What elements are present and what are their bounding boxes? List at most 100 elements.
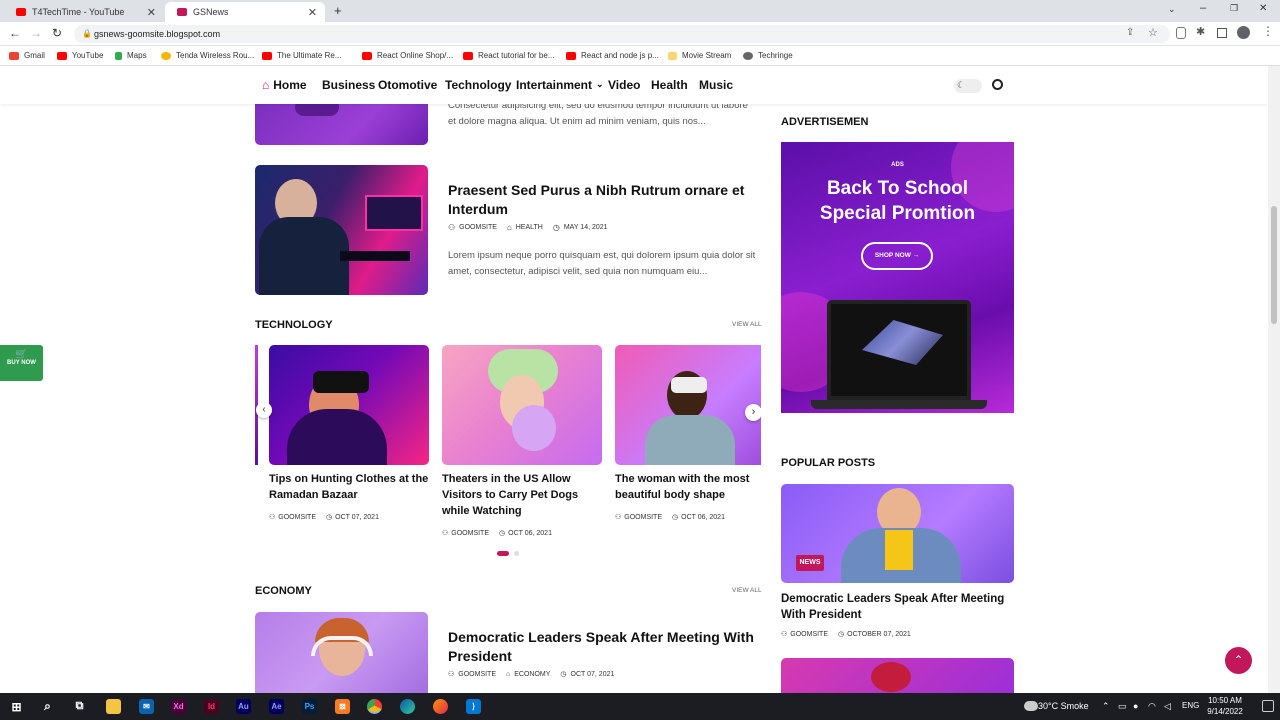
- post-image[interactable]: [255, 165, 428, 295]
- language-indicator[interactable]: ENG: [1182, 701, 1199, 710]
- popular-post-image[interactable]: [781, 658, 1014, 693]
- shield-icon[interactable]: [1176, 27, 1186, 39]
- view-all-link[interactable]: VIEW ALL: [732, 321, 762, 328]
- post-author[interactable]: GOOMSITE: [790, 631, 828, 638]
- windows-start-icon[interactable]: ⊞: [9, 699, 24, 714]
- tab-search-icon[interactable]: ⌄: [1168, 4, 1176, 15]
- scroll-to-top-button[interactable]: ⌃: [1225, 647, 1252, 674]
- post-category[interactable]: ECONOMY: [514, 671, 550, 678]
- profile-avatar[interactable]: [1237, 26, 1250, 39]
- carousel-card-title[interactable]: Theaters in the US Allow Visitors to Car…: [442, 471, 602, 519]
- photoshop-icon[interactable]: Ps: [302, 699, 317, 714]
- adobe-audition-icon[interactable]: Au: [236, 699, 251, 714]
- tab-gsnews[interactable]: GSNews ✕: [165, 2, 325, 22]
- popular-post-title[interactable]: Democratic Leaders Speak After Meeting W…: [781, 591, 1014, 623]
- close-icon[interactable]: ✕: [147, 6, 156, 19]
- carousel-card-title[interactable]: Tips on Hunting Clothes at the Ramadan B…: [269, 471, 429, 503]
- nav-health[interactable]: Health: [651, 78, 688, 92]
- nav-music[interactable]: Music: [699, 78, 733, 92]
- post-image[interactable]: [255, 104, 428, 145]
- share-icon[interactable]: ⇪: [1126, 27, 1134, 38]
- network-icon[interactable]: ▭: [1118, 701, 1127, 712]
- dark-mode-toggle[interactable]: ☾: [954, 79, 982, 93]
- firefox-icon[interactable]: [433, 699, 448, 714]
- vscode-icon[interactable]: ⟩: [466, 699, 481, 714]
- nav-otomotive[interactable]: Otomotive: [378, 78, 437, 92]
- bookmark-movie-stream[interactable]: Movie Stream: [668, 51, 731, 60]
- address-toolbar: ← → ↻ 🔒 gsnews-goomsite.blogspot.com ⇪ ☆…: [0, 22, 1280, 46]
- carousel-card-image[interactable]: [442, 345, 602, 465]
- bookmark-maps[interactable]: Maps: [115, 51, 147, 60]
- clock[interactable]: 10:50 AM 9/14/2022: [1200, 695, 1250, 717]
- chrome-icon[interactable]: [367, 699, 382, 714]
- mail-icon[interactable]: ✉: [139, 699, 154, 714]
- nav-video[interactable]: Video: [608, 78, 640, 92]
- reload-icon[interactable]: ↻: [52, 26, 62, 40]
- carousel-dot[interactable]: [514, 551, 519, 556]
- ad-banner[interactable]: ADS Back To School Special Promtion SHOP…: [781, 142, 1014, 413]
- adobe-xd-icon[interactable]: Xd: [171, 699, 186, 714]
- bookmark-react-tutorial[interactable]: React tutorial for be...: [463, 51, 554, 60]
- bookmark-react-node[interactable]: React and node js p...: [566, 51, 659, 60]
- close-icon[interactable]: ✕: [308, 6, 317, 19]
- bookmark-tenda[interactable]: Tenda Wireless Rou...: [161, 51, 254, 60]
- tab-youtube[interactable]: T4TechTime - YouTube ✕: [4, 2, 164, 22]
- carousel-prev-button[interactable]: ‹: [256, 402, 272, 418]
- news-badge[interactable]: NEWS: [796, 555, 824, 571]
- weather-text[interactable]: 30°C Smoke: [1038, 701, 1089, 711]
- bookmark-techringe[interactable]: Techringe: [743, 51, 793, 60]
- microphone-icon[interactable]: ●: [1133, 701, 1138, 711]
- edge-icon[interactable]: [400, 699, 415, 714]
- file-explorer-icon[interactable]: [106, 699, 121, 714]
- post-title[interactable]: Praesent Sed Purus a Nibh Rutrum ornare …: [448, 181, 758, 219]
- notifications-icon[interactable]: [1262, 700, 1274, 712]
- nav-intertainment[interactable]: Intertainment ⌄: [516, 78, 604, 92]
- task-view-icon[interactable]: ⧉: [72, 699, 87, 714]
- extensions-icon[interactable]: ✱: [1196, 25, 1205, 38]
- scrollbar-thumb[interactable]: [1271, 206, 1277, 324]
- carousel-next-button[interactable]: ›: [745, 404, 761, 421]
- page-scrollbar[interactable]: [1268, 66, 1280, 693]
- bookmark-ultimate[interactable]: The Ultimate Re...: [262, 51, 341, 60]
- back-icon[interactable]: ←: [9, 26, 21, 40]
- popular-post-image[interactable]: NEWS: [781, 484, 1014, 583]
- carousel-card-title[interactable]: The woman with the most beautiful body s…: [615, 471, 761, 503]
- wifi-icon[interactable]: ◠: [1148, 701, 1156, 712]
- view-all-link[interactable]: VIEW ALL: [732, 587, 762, 594]
- bookmark-react-shop[interactable]: React Online Shop/...: [362, 51, 453, 60]
- carousel-dot-active[interactable]: [497, 551, 509, 556]
- more-icon[interactable]: ⋮: [1262, 24, 1274, 38]
- card-author[interactable]: GOOMSITE: [451, 530, 489, 537]
- xampp-icon[interactable]: ⊠: [335, 699, 350, 714]
- restore-button[interactable]: ❐: [1230, 3, 1238, 14]
- adobe-indesign-icon[interactable]: Id: [204, 699, 219, 714]
- ad-shop-now-button[interactable]: SHOP NOW →: [861, 242, 933, 270]
- search-icon[interactable]: [992, 79, 1003, 90]
- nav-home[interactable]: ⌂ Home: [262, 78, 307, 92]
- carousel-card-image[interactable]: [269, 345, 429, 465]
- url-bar[interactable]: 🔒 gsnews-goomsite.blogspot.com ⇪ ☆: [74, 25, 1170, 43]
- minimize-button[interactable]: –: [1200, 2, 1206, 14]
- nav-business[interactable]: Business: [322, 78, 375, 92]
- post-category[interactable]: HEALTH: [516, 224, 543, 231]
- buy-now-button[interactable]: 🛒 BUY NOW: [0, 345, 43, 381]
- forward-icon[interactable]: →: [30, 26, 42, 40]
- post-author[interactable]: GOOMSITE: [459, 224, 497, 231]
- post-title[interactable]: Democratic Leaders Speak After Meeting W…: [448, 628, 766, 666]
- card-author[interactable]: GOOMSITE: [278, 514, 316, 521]
- new-tab-button[interactable]: +: [334, 3, 342, 18]
- speaker-icon[interactable]: ◁: [1164, 701, 1171, 712]
- adobe-after-effects-icon[interactable]: Ae: [269, 699, 284, 714]
- nav-technology[interactable]: Technology: [445, 78, 511, 92]
- tray-chevron-icon[interactable]: ⌃: [1102, 701, 1110, 712]
- window-close-button[interactable]: ✕: [1259, 3, 1267, 14]
- bookmark-gmail[interactable]: Gmail: [9, 51, 45, 60]
- post-author[interactable]: GOOMSITE: [458, 671, 496, 678]
- search-icon[interactable]: ⌕: [40, 699, 55, 714]
- post-image[interactable]: [255, 612, 428, 693]
- carousel-card-image[interactable]: [615, 345, 761, 465]
- sidebar-icon[interactable]: [1217, 28, 1227, 38]
- star-icon[interactable]: ☆: [1148, 26, 1158, 39]
- bookmark-youtube[interactable]: YouTube: [57, 51, 103, 60]
- card-author[interactable]: GOOMSITE: [624, 514, 662, 521]
